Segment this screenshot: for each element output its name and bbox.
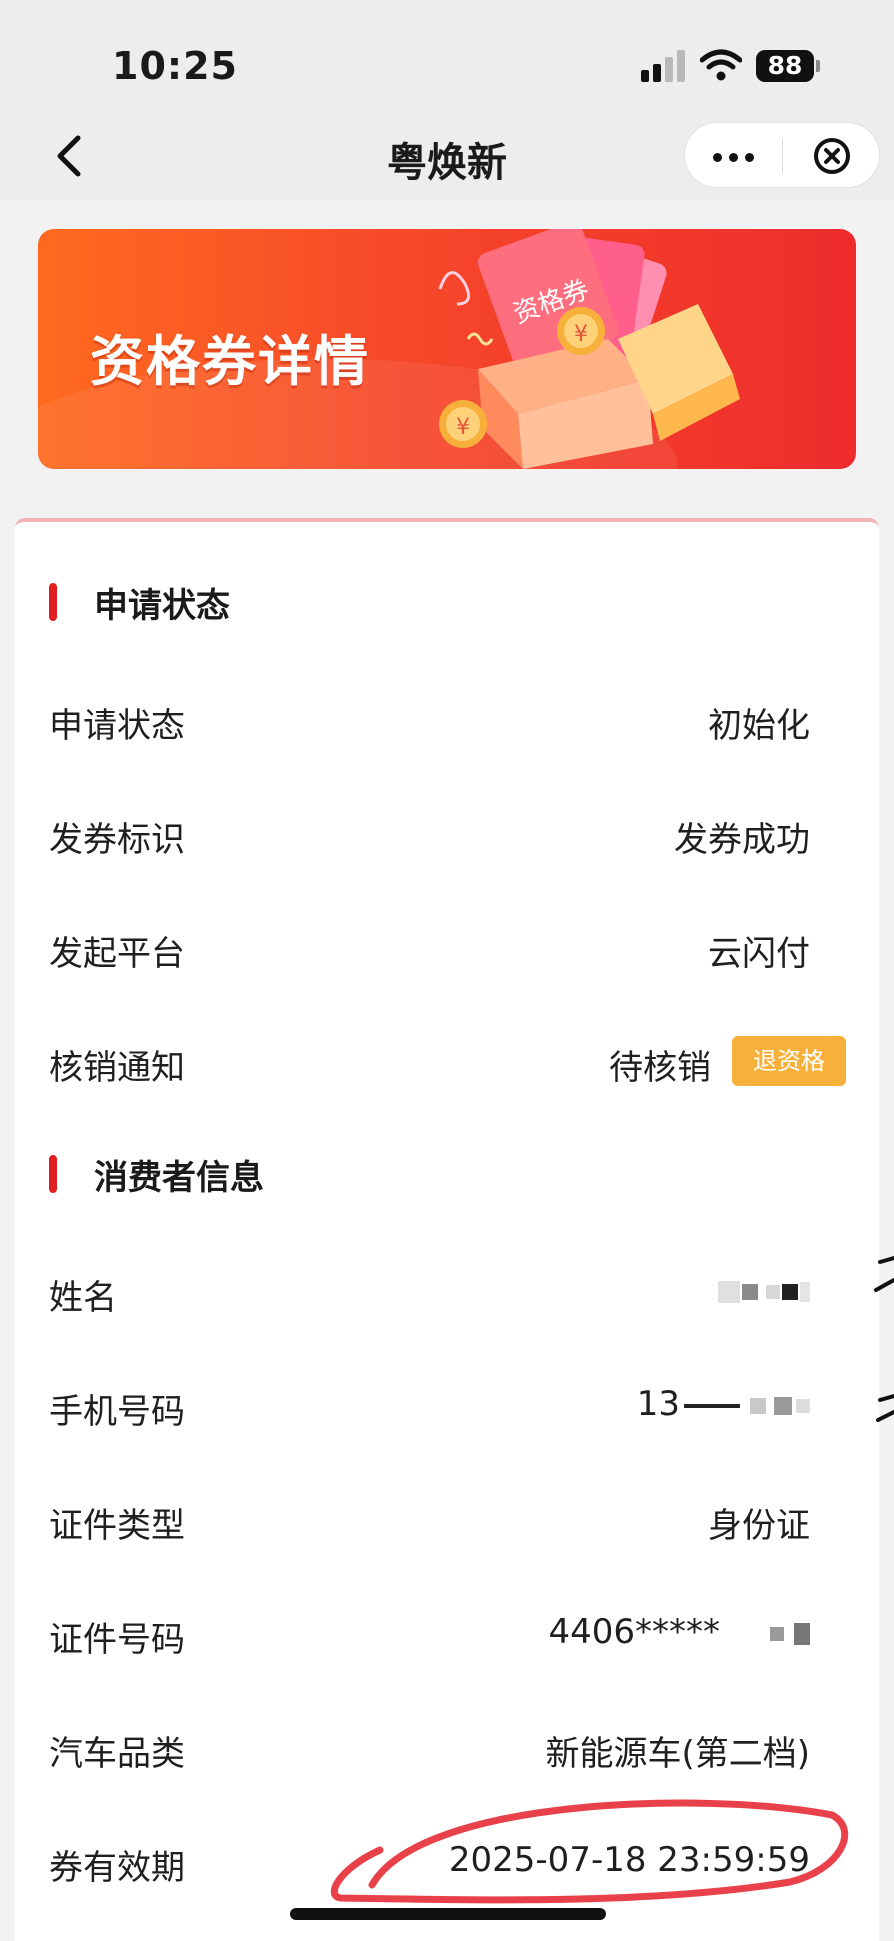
- row-redeem-notice: 核销通知 待核销 退资格: [15, 1032, 879, 1092]
- row-label: 证件类型: [49, 1506, 185, 1546]
- row-issue-flag: 发券标识 发券成功: [15, 804, 879, 864]
- row-label: 券有效期: [49, 1848, 185, 1888]
- row-value-redacted: [718, 1270, 810, 1310]
- gift-box-illustration: 资格券 ¥ ¥: [438, 229, 740, 469]
- row-label: 发起平台: [49, 934, 185, 974]
- wifi-icon: [700, 49, 742, 81]
- row-label: 手机号码: [49, 1392, 185, 1432]
- id-number-prefix: 4406*****: [548, 1612, 720, 1652]
- battery-indicator: 88: [756, 50, 814, 82]
- row-label: 申请状态: [49, 706, 185, 746]
- row-apply-status: 申请状态 初始化: [15, 690, 879, 750]
- row-value: 初始化: [708, 706, 810, 746]
- row-car-category: 汽车品类 新能源车(第二档): [15, 1718, 879, 1778]
- section-title: 消费者信息: [94, 1158, 264, 1198]
- status-bar: 10:25 88: [0, 0, 894, 110]
- row-value: 2025-07-18 23:59:59: [448, 1840, 810, 1880]
- phone-prefix: 13: [636, 1384, 680, 1424]
- signal-icon: [641, 50, 689, 82]
- row-label: 汽车品类: [49, 1734, 185, 1774]
- section-title: 申请状态: [94, 586, 230, 626]
- nav-bar: 粤焕新: [0, 110, 894, 200]
- row-label: 核销通知: [49, 1048, 185, 1088]
- row-label: 证件号码: [49, 1620, 185, 1660]
- row-label: 发券标识: [49, 820, 185, 860]
- details-card: 申请状态 申请状态 初始化 发券标识 发券成功 发起平台 云闪付 核销通知 待核…: [15, 518, 879, 1941]
- row-id-type: 证件类型 身份证: [15, 1490, 879, 1550]
- row-label: 姓名: [49, 1278, 117, 1318]
- mini-program-capsule: [684, 122, 880, 188]
- banner-title: 资格券详情: [90, 330, 370, 393]
- row-value: 待核销: [609, 1048, 711, 1088]
- coin-symbol: ¥: [456, 415, 470, 440]
- close-circle-icon[interactable]: [783, 123, 881, 189]
- battery-tip: [816, 60, 820, 72]
- section-accent-bar: [49, 1155, 57, 1193]
- row-value: 云闪付: [708, 934, 810, 974]
- row-platform: 发起平台 云闪付: [15, 918, 879, 978]
- row-value-redacted: 13: [637, 1384, 810, 1424]
- scribble-mark: [876, 1394, 894, 1422]
- status-time: 10:25: [112, 44, 238, 88]
- row-value-redacted: 4406*****: [548, 1612, 810, 1652]
- coin-symbol: ¥: [574, 322, 588, 347]
- refund-qualification-button[interactable]: 退资格: [732, 1036, 846, 1086]
- row-value: 发券成功: [674, 820, 810, 860]
- row-name: 姓名: [15, 1262, 879, 1322]
- row-validity: 券有效期 2025-07-18 23:59:59: [15, 1832, 879, 1892]
- voucher-banner: 资格券详情 资格券 ¥ ¥: [38, 229, 856, 469]
- home-indicator: [290, 1908, 606, 1920]
- section-accent-bar: [49, 583, 57, 621]
- row-value: 新能源车(第二档): [545, 1734, 810, 1774]
- row-phone: 手机号码 13: [15, 1376, 879, 1436]
- row-id-number: 证件号码 4406*****: [15, 1604, 879, 1664]
- row-value: 身份证: [708, 1506, 810, 1546]
- more-dots-icon[interactable]: [685, 123, 782, 189]
